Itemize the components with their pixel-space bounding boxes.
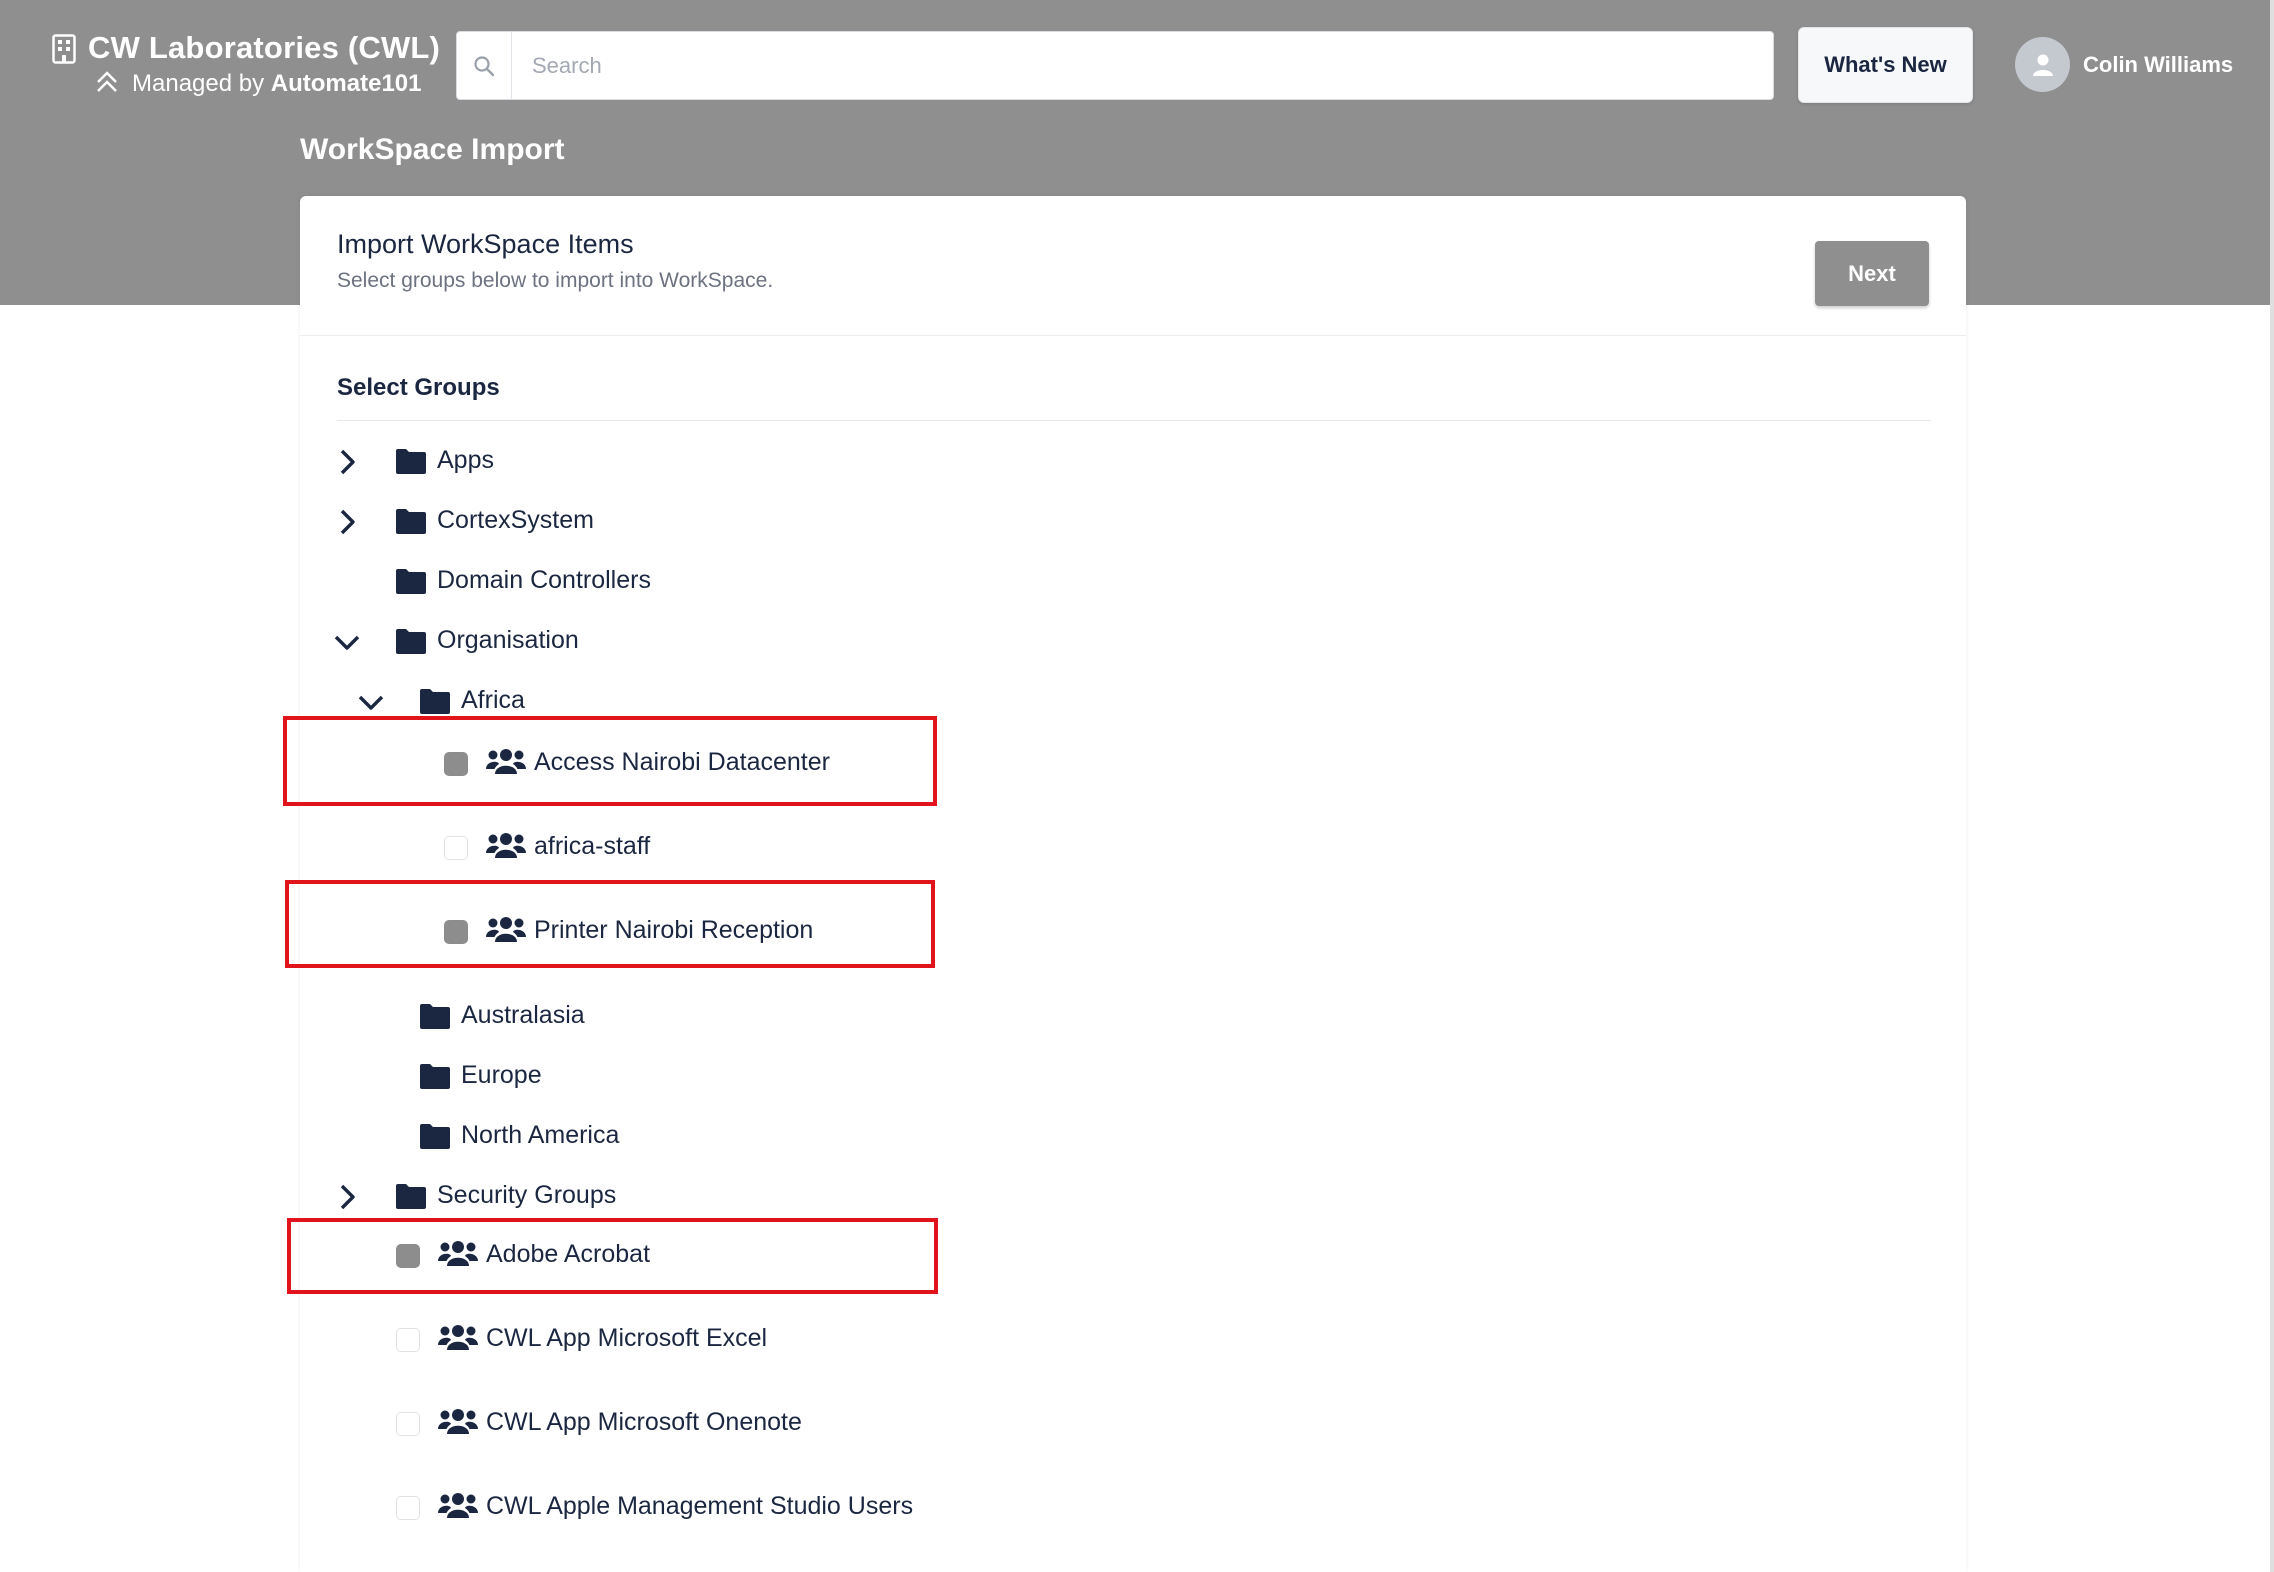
search-icon [457, 32, 512, 99]
folder-icon [420, 1003, 450, 1029]
tree-item-cortexsystem[interactable]: CortexSystem [330, 502, 650, 542]
tree-item-cwl-apple-management-studio-users[interactable]: CWL Apple Management Studio Users [396, 1486, 916, 1530]
highlight-box [287, 1218, 938, 1294]
page-title: WorkSpace Import [300, 133, 565, 166]
tree-item-cwl-app-microsoft-onenote[interactable]: CWL App Microsoft Onenote [396, 1402, 836, 1446]
folder-icon [396, 628, 426, 654]
tree-item-label: Domain Controllers [437, 566, 651, 594]
tree-item-north-america[interactable]: North America [354, 1117, 654, 1157]
checkbox[interactable] [396, 1412, 420, 1436]
card-title: Import WorkSpace Items [337, 229, 634, 259]
checkbox[interactable] [396, 1328, 420, 1352]
highlight-box [283, 716, 937, 806]
org-title: CW Laboratories (CWL) [88, 30, 441, 65]
next-button[interactable]: Next [1815, 241, 1929, 306]
building-icon [52, 34, 76, 64]
tree-item-label: Europe [461, 1061, 542, 1089]
search-box[interactable] [456, 31, 1774, 100]
tree-item-europe[interactable]: Europe [354, 1057, 654, 1097]
tree-item-label: North America [461, 1121, 620, 1149]
user-name: Colin Williams [2083, 52, 2234, 77]
tree-item-label: CWL App Microsoft Onenote [486, 1408, 802, 1436]
folder-icon [396, 448, 426, 474]
folder-icon [396, 1183, 426, 1209]
tree-item-label: Organisation [437, 626, 579, 654]
tree-item-label: CWL Apple Management Studio Users [486, 1492, 914, 1520]
tree-item-organisation[interactable]: Organisation [330, 622, 650, 662]
select-groups-label: Select Groups [337, 374, 500, 401]
tree-item-label: Apps [437, 446, 494, 474]
folder-icon [396, 508, 426, 534]
tree-item-apps[interactable]: Apps [330, 442, 590, 482]
divider [337, 420, 1931, 421]
card-header: Import WorkSpace Items Select groups bel… [300, 196, 1966, 336]
user-icon [2032, 54, 2053, 76]
tree-item-australasia[interactable]: Australasia [354, 997, 654, 1037]
checkbox[interactable] [444, 836, 468, 860]
group-icon [486, 831, 526, 861]
folder-icon [420, 1063, 450, 1089]
tree-item-label: africa-staff [534, 832, 651, 860]
tree-item-cwl-app-microsoft-excel[interactable]: CWL App Microsoft Excel [396, 1318, 816, 1362]
folder-icon [396, 568, 426, 594]
search-input[interactable] [532, 50, 1732, 82]
tree-item-label: CWL App Microsoft Excel [486, 1324, 768, 1352]
checkbox[interactable] [396, 1496, 420, 1520]
whats-new-button[interactable]: What's New [1798, 27, 1973, 103]
tree-item-label: Security Groups [437, 1181, 617, 1209]
double-chevron-up-icon [97, 71, 117, 92]
scrollbar-track[interactable] [2270, 0, 2274, 1572]
tree-item-africa-staff[interactable]: africa-staff [444, 826, 764, 870]
chevron-right-icon[interactable] [330, 442, 364, 482]
tree-item-label: Australasia [461, 1001, 585, 1029]
group-icon [438, 1323, 478, 1353]
managed-by-name: Automate101 [270, 70, 422, 97]
tree-item-security-groups[interactable]: Security Groups [330, 1177, 650, 1217]
chevron-right-icon[interactable] [330, 502, 364, 542]
chevron-right-icon[interactable] [330, 1177, 364, 1217]
group-icon [438, 1407, 478, 1437]
group-icon [438, 1491, 478, 1521]
folder-icon [420, 1123, 450, 1149]
tree-item-domain-controllers[interactable]: Domain Controllers [330, 562, 670, 602]
managed-prefix: Managed by [132, 70, 271, 97]
folder-icon [420, 688, 450, 714]
tree-item-label: Africa [461, 686, 525, 714]
card-subtitle: Select groups below to import into WorkS… [337, 269, 774, 292]
chevron-down-icon[interactable] [330, 622, 364, 662]
avatar[interactable] [2015, 37, 2070, 92]
tree-item-label: CortexSystem [437, 506, 594, 534]
highlight-box [285, 880, 935, 968]
